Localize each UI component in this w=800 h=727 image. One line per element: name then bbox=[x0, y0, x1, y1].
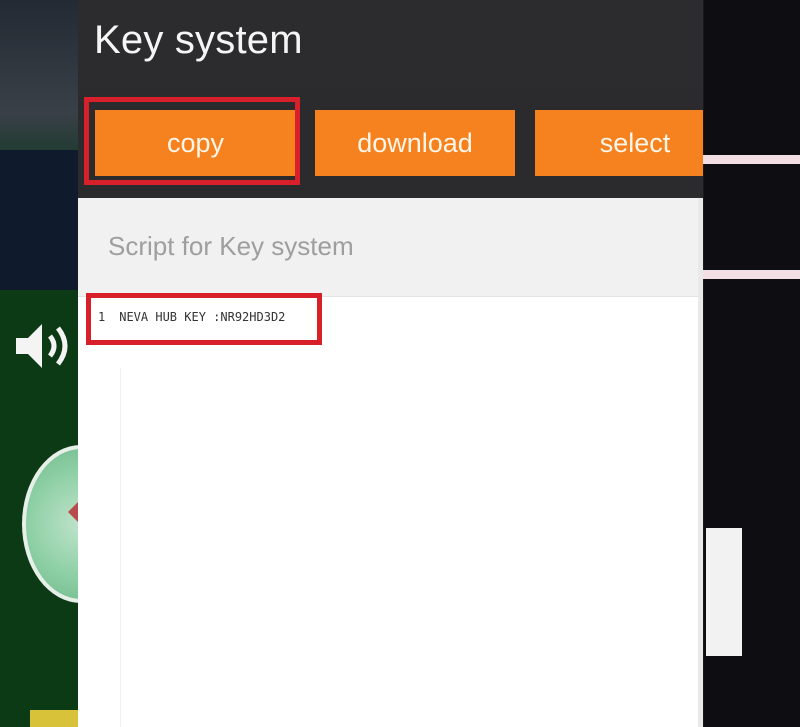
background-stripe bbox=[700, 270, 800, 279]
editor-scrollbar[interactable] bbox=[698, 198, 703, 727]
game-sky bbox=[0, 0, 80, 160]
select-button[interactable]: select bbox=[535, 110, 703, 176]
copy-button[interactable]: copy bbox=[95, 110, 296, 176]
code-line[interactable]: 1 NEVA HUB KEY :NR92HD3D2 bbox=[98, 310, 285, 324]
speaker-icon[interactable] bbox=[12, 318, 76, 374]
dialog-title: Key system bbox=[94, 18, 303, 62]
script-name-field[interactable]: Script for Key system bbox=[108, 231, 354, 262]
key-system-dialog: Key system copy download select Script f… bbox=[78, 0, 703, 727]
game-yellow-tile bbox=[30, 710, 80, 727]
background-panel bbox=[706, 528, 742, 656]
game-background-right bbox=[700, 0, 800, 727]
game-dark-area bbox=[0, 150, 80, 290]
line-number: 1 bbox=[98, 310, 106, 324]
background-stripe bbox=[700, 155, 800, 164]
dialog-title-bar: Key system bbox=[78, 0, 703, 88]
code-editor[interactable] bbox=[78, 297, 703, 727]
editor-gutter bbox=[120, 368, 121, 727]
download-button[interactable]: download bbox=[315, 110, 515, 176]
code-text[interactable]: NEVA HUB KEY :NR92HD3D2 bbox=[119, 310, 285, 324]
